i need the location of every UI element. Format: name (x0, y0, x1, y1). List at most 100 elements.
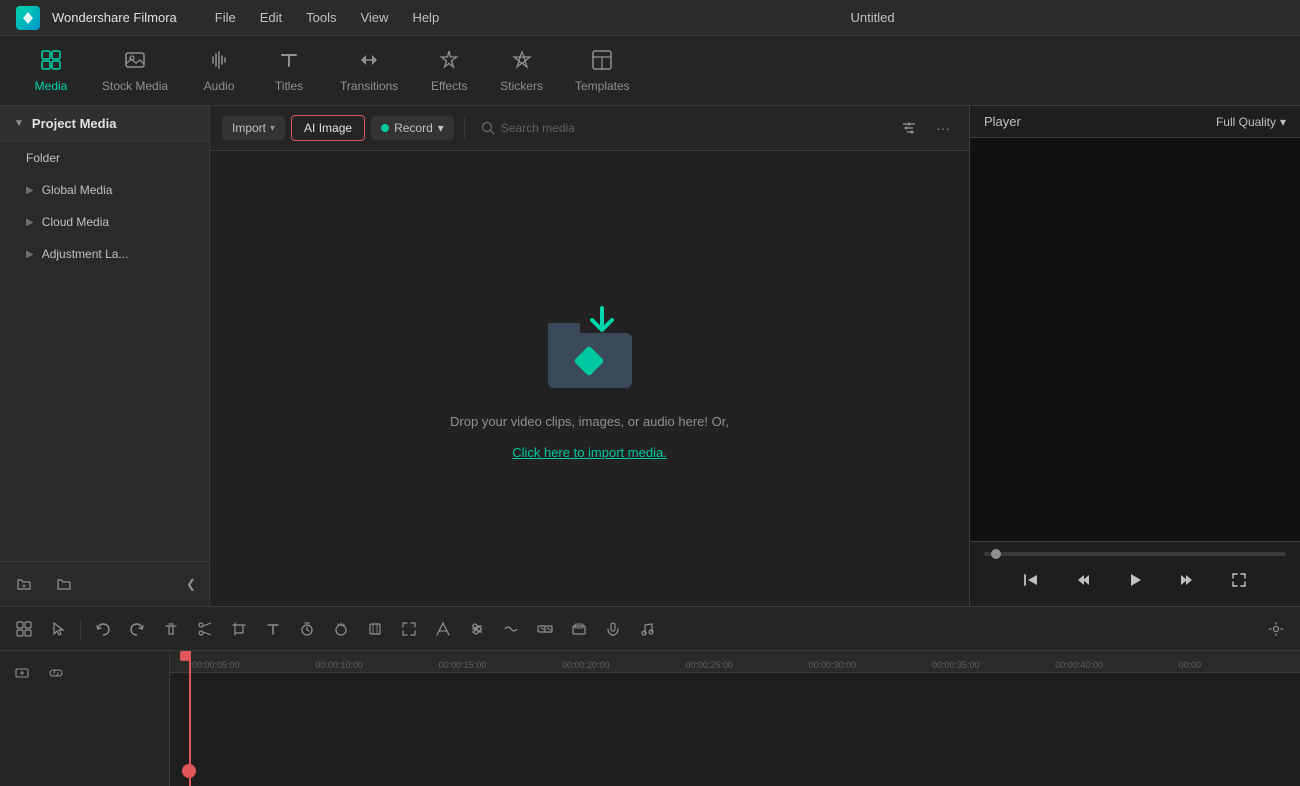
more-options-label: ··· (936, 120, 950, 136)
sidebar-item-global-media[interactable]: ▶ Global Media (6, 175, 203, 205)
timeline-voice-button[interactable] (597, 614, 629, 644)
record-button[interactable]: Record ▾ (371, 116, 454, 140)
sidebar-collapse-btn[interactable]: ▼ (14, 118, 24, 129)
timeline-select-button[interactable] (42, 614, 74, 644)
drop-text: Drop your video clips, images, or audio … (450, 414, 729, 429)
tab-templates[interactable]: Templates (559, 41, 646, 101)
timeline-speed-button[interactable] (325, 614, 357, 644)
import-button[interactable]: Import ▾ (222, 116, 285, 140)
timeline-undo-button[interactable] (87, 614, 119, 644)
timeline-body: 00:00:05:00 00:00:10:00 00:00:15:00 00:0… (0, 651, 1300, 786)
templates-icon (591, 49, 613, 75)
titles-icon (278, 49, 300, 75)
app-name: Wondershare Filmora (52, 10, 177, 25)
tab-titles[interactable]: Titles (254, 41, 324, 101)
timeline-crop-button[interactable] (223, 614, 255, 644)
timeline-layout-button[interactable] (8, 614, 40, 644)
sidebar-toggle-button[interactable]: ❮ (181, 570, 201, 598)
import-chevron-icon: ▾ (270, 123, 275, 134)
timeline-denoise-button[interactable] (495, 614, 527, 644)
media-icon (40, 49, 62, 75)
timeline-redo-button[interactable] (121, 614, 153, 644)
player-progress-thumb (991, 549, 1001, 559)
player-fullscreen-button[interactable] (1223, 564, 1255, 596)
timeline-audio-mix-button[interactable] (461, 614, 493, 644)
main-content: ▼ Project Media Folder ▶ Global Media ▶ … (0, 106, 1300, 606)
sidebar-header: ▼ Project Media (0, 106, 209, 142)
timeline-track-controls (0, 651, 170, 786)
menu-bar: File Edit Tools View Help (205, 6, 449, 29)
player-header: Player Full Quality ▾ (970, 106, 1300, 138)
sidebar-item-cloud-media[interactable]: ▶ Cloud Media (6, 207, 203, 237)
more-options-button[interactable]: ··· (929, 114, 957, 142)
drop-zone[interactable]: Drop your video clips, images, or audio … (210, 151, 969, 606)
filter-button[interactable] (895, 114, 923, 142)
tab-media[interactable]: Media (16, 41, 86, 101)
timeline-music-button[interactable] (631, 614, 663, 644)
player-buttons (984, 564, 1286, 596)
timeline-composite-button[interactable] (563, 614, 595, 644)
open-folder-button[interactable] (48, 570, 80, 598)
ruler-mark-8: 00:00:40:00 (1053, 660, 1176, 670)
timeline-color-button[interactable] (427, 614, 459, 644)
timeline-cut-button[interactable] (189, 614, 221, 644)
menu-help[interactable]: Help (402, 6, 449, 29)
sidebar-cloud-arrow-icon: ▶ (26, 217, 34, 228)
ruler-mark-7: 00:00:35:00 (930, 660, 1053, 670)
ruler-mark-0 (170, 660, 190, 670)
quality-selector[interactable]: Full Quality ▾ (1216, 115, 1286, 129)
ai-image-label: AI Image (304, 121, 352, 135)
quality-arrow-icon: ▾ (1280, 115, 1286, 129)
new-folder-button[interactable] (8, 570, 40, 598)
tab-transitions-label: Transitions (340, 79, 398, 93)
menu-edit[interactable]: Edit (250, 6, 292, 29)
ruler-marks: 00:00:05:00 00:00:10:00 00:00:15:00 00:0… (170, 660, 1300, 670)
menu-file[interactable]: File (205, 6, 246, 29)
timeline-stabilize-button[interactable] (359, 614, 391, 644)
menu-view[interactable]: View (350, 6, 398, 29)
tab-titles-label: Titles (275, 79, 303, 93)
tab-transitions[interactable]: Transitions (324, 41, 414, 101)
ruler-mark-5: 00:00:25:00 (683, 660, 806, 670)
sidebar-global-media-label: Global Media (42, 183, 113, 197)
player-frame-back-button[interactable] (1067, 564, 1099, 596)
ai-image-button[interactable]: AI Image (291, 115, 365, 141)
tab-stickers[interactable]: Stickers (484, 41, 559, 101)
tab-stock-media[interactable]: Stock Media (86, 41, 184, 101)
add-track-button[interactable] (8, 659, 36, 687)
player-label: Player (984, 114, 1021, 129)
sidebar-item-folder[interactable]: Folder (6, 143, 203, 173)
timeline-tracks: 00:00:05:00 00:00:10:00 00:00:15:00 00:0… (170, 651, 1300, 786)
tab-templates-label: Templates (575, 79, 630, 93)
audio-icon (208, 49, 230, 75)
toolbar-divider (464, 118, 465, 138)
window-title: Untitled (461, 10, 1284, 25)
timeline-split-audio-button[interactable] (529, 614, 561, 644)
tab-audio[interactable]: Audio (184, 41, 254, 101)
tab-media-label: Media (35, 79, 68, 93)
player-frame-forward-button[interactable] (1171, 564, 1203, 596)
effects-icon (438, 49, 460, 75)
timeline-text-button[interactable] (257, 614, 289, 644)
link-track-button[interactable] (42, 659, 70, 687)
tab-effects-label: Effects (431, 79, 467, 93)
timeline-timer-button[interactable] (291, 614, 323, 644)
search-icon (481, 121, 495, 135)
ruler-mark-3: 00:00:15:00 (437, 660, 560, 670)
sidebar: ▼ Project Media Folder ▶ Global Media ▶ … (0, 106, 210, 606)
timeline-settings-button[interactable] (1260, 614, 1292, 644)
tab-effects[interactable]: Effects (414, 41, 484, 101)
import-media-link[interactable]: Click here to import media. (512, 445, 667, 460)
timeline-zoom-fit-button[interactable] (393, 614, 425, 644)
tab-audio-label: Audio (204, 79, 235, 93)
player-progress-bar[interactable] (984, 552, 1286, 556)
search-input[interactable] (501, 121, 883, 135)
player-skip-back-button[interactable] (1015, 564, 1047, 596)
sidebar-item-adjustment[interactable]: ▶ Adjustment La... (6, 239, 203, 269)
folder-illustration (540, 298, 640, 398)
timeline-add-track-row (8, 657, 161, 689)
menu-tools[interactable]: Tools (296, 6, 346, 29)
player-play-button[interactable] (1119, 564, 1151, 596)
player-panel: Player Full Quality ▾ (970, 106, 1300, 606)
timeline-delete-button[interactable] (155, 614, 187, 644)
